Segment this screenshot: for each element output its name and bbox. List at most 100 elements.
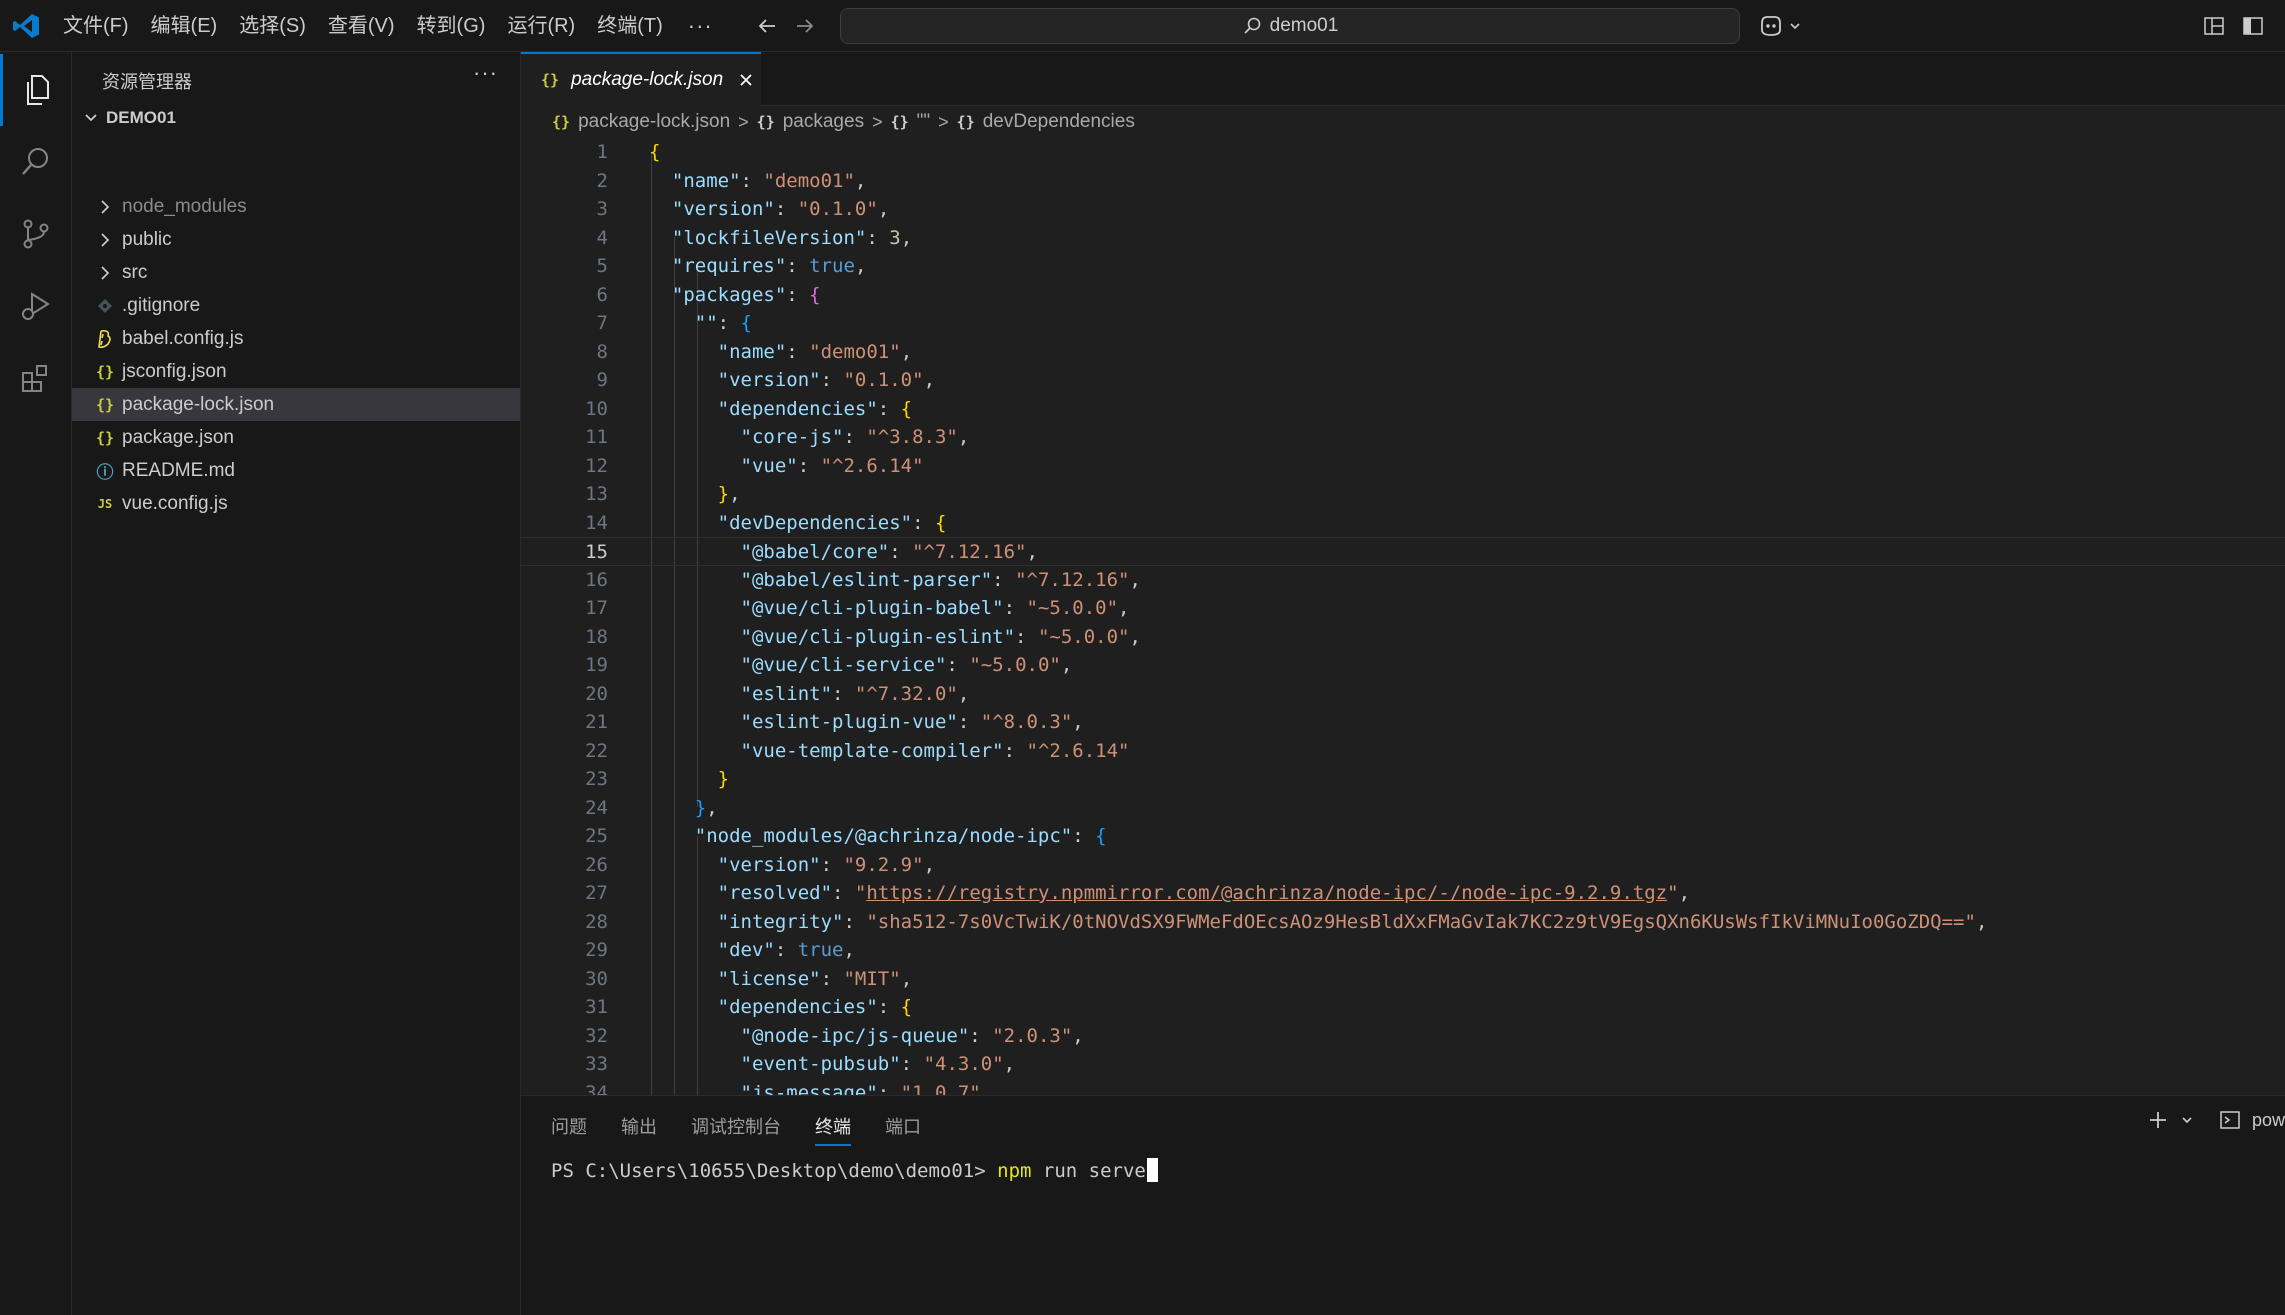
code-link[interactable]: https://registry.npmmirror.com/@achrinza… — [866, 882, 1667, 904]
line-number: 11 — [585, 426, 608, 448]
code-text: "devDependencies": { — [649, 509, 947, 538]
tree-file[interactable]: ⓘ README.md — [72, 454, 520, 487]
menu-item[interactable]: 运行(R) — [496, 8, 586, 44]
breadcrumb-separator: > — [738, 111, 749, 132]
terminal-output[interactable]: PS C:\Users\10655\Desktop\demo\demo01> n… — [551, 1158, 1158, 1182]
menu-item[interactable]: 终端(T) — [586, 8, 674, 44]
explorer-icon[interactable] — [0, 54, 72, 126]
line-number: 17 — [585, 597, 608, 619]
breadcrumb-empty-key[interactable]: "" — [917, 111, 931, 133]
menu-item[interactable]: 编辑(E) — [140, 8, 229, 44]
panel-tab[interactable]: 终端 — [815, 1110, 851, 1146]
code-text: "name": "demo01", — [649, 167, 867, 196]
code-editor[interactable]: 1{2 "name": "demo01", 3 "version": "0.1.0… — [521, 138, 2285, 1095]
terminal-shell-icon[interactable] — [2218, 1108, 2242, 1132]
code-token: : — [820, 853, 844, 876]
code-token: "^7.32.0" — [854, 682, 958, 705]
panel-tab[interactable]: 问题 — [551, 1110, 587, 1144]
json-icon: {} — [95, 362, 115, 381]
terminal-shell-label[interactable]: pow — [2252, 1110, 2285, 1131]
code-line: 8 "name": "demo01", — [521, 338, 2285, 367]
code-token: "MIT" — [843, 967, 901, 990]
code-token: "4.3.0" — [923, 1053, 1004, 1075]
chevron-down-icon[interactable] — [2180, 1113, 2194, 1127]
menu-item[interactable]: 选择(S) — [228, 8, 317, 44]
customize-layout-icon[interactable] — [2201, 13, 2227, 39]
new-terminal-plus-icon[interactable] — [2146, 1108, 2170, 1132]
toggle-sidebar-icon[interactable] — [2240, 13, 2266, 39]
menu-item[interactable]: 转到(G) — [406, 8, 497, 44]
tree-folder[interactable]: node_modules — [72, 190, 520, 223]
code-token: : — [786, 283, 810, 306]
code-token: " — [854, 882, 867, 904]
code-token: "@vue/cli-plugin-eslint" — [649, 625, 1016, 648]
tree-file[interactable]: babel.config.js — [72, 322, 520, 355]
code-line: 18 "@vue/cli-plugin-eslint": "~5.0.0", — [521, 623, 2285, 652]
panel-tab[interactable]: 调试控制台 — [691, 1110, 781, 1144]
code-line: 24 }, — [521, 794, 2285, 823]
code-token: "demo01" — [763, 169, 855, 192]
code-token: "@vue/cli-plugin-babel" — [649, 597, 1004, 619]
extensions-icon[interactable] — [0, 342, 72, 414]
code-line: 19 "@vue/cli-service": "~5.0.0", — [521, 651, 2285, 680]
tree-folder[interactable]: src — [72, 256, 520, 289]
code-token: "^7.12.16" — [1015, 568, 1130, 591]
tree-file[interactable]: {} package.json — [72, 421, 520, 454]
line-number: 19 — [585, 654, 608, 676]
code-token: } — [649, 483, 730, 505]
search-icon — [1244, 17, 1260, 34]
source-control-icon[interactable] — [0, 198, 72, 270]
breadcrumb-devdependencies[interactable]: devDependencies — [983, 111, 1135, 133]
code-token: : — [797, 454, 821, 477]
code-token: "~5.0.0" — [969, 654, 1061, 676]
code-token: , — [843, 939, 855, 961]
tab-package-lock-json[interactable]: {} package-lock.json — [521, 52, 761, 106]
code-text: "event-pubsub": "4.3.0", — [649, 1050, 1016, 1079]
panel-tab[interactable]: 端口 — [885, 1110, 921, 1144]
code-text: "eslint": "^7.32.0", — [649, 680, 970, 709]
code-token: : — [820, 967, 844, 990]
close-icon[interactable] — [737, 71, 755, 89]
code-token: "lockfileVersion" — [649, 226, 867, 249]
code-token: , — [1118, 597, 1130, 619]
code-token: "requires" — [649, 255, 787, 277]
search-icon[interactable] — [0, 126, 72, 198]
code-token: "@vue/cli-service" — [649, 654, 947, 676]
activity-bar — [0, 52, 72, 1315]
tree-file[interactable]: {} package-lock.json — [72, 388, 520, 421]
workspace-folder-header[interactable]: DEMO01 — [72, 102, 520, 134]
tree-file[interactable]: .gitignore — [72, 289, 520, 322]
code-token: "dependencies" — [649, 397, 878, 420]
copilot-menu[interactable] — [1758, 12, 1808, 40]
code-token: "version" — [649, 198, 775, 220]
json-icon: {} — [95, 428, 115, 447]
breadcrumb-packages[interactable]: packages — [783, 111, 864, 133]
code-line: 33 "event-pubsub": "4.3.0", — [521, 1050, 2285, 1079]
breadcrumb-file[interactable]: package-lock.json — [578, 111, 730, 133]
forward-arrow-icon[interactable] — [790, 11, 820, 41]
more-actions-button[interactable]: ··· — [473, 60, 498, 86]
code-token: "0.1.0" — [797, 198, 878, 220]
tree-file[interactable]: {} jsconfig.json — [72, 355, 520, 388]
menu-item[interactable]: 文件(F) — [52, 8, 140, 44]
code-token: , — [706, 796, 718, 819]
code-text: "packages": { — [649, 281, 821, 310]
back-arrow-icon[interactable] — [752, 11, 782, 41]
json-icon: {} — [95, 395, 115, 414]
panel-tab[interactable]: 输出 — [621, 1110, 657, 1144]
run-debug-icon[interactable] — [0, 270, 72, 342]
more-menu-button[interactable]: ··· — [674, 13, 727, 39]
title-bar: 文件(F) 编辑(E) 选择(S) 查看(V) 转到(G) 运行(R) 终端(T) ··· d… — [0, 0, 2285, 52]
chevron-right-icon — [94, 229, 116, 251]
json-icon: {} — [552, 113, 571, 131]
breadcrumb: {} package-lock.json > {} packages > {} … — [552, 108, 1135, 136]
menu-item[interactable]: 查看(V) — [317, 8, 406, 44]
line-number: 4 — [596, 226, 608, 249]
tree-item-label: README.md — [122, 459, 235, 481]
tree-folder[interactable]: public — [72, 223, 520, 256]
tree-file[interactable]: JS vue.config.js — [72, 487, 520, 520]
command-center-search[interactable]: demo01 — [840, 8, 1740, 44]
code-text: "vue": "^2.6.14" — [649, 452, 924, 481]
code-token: : — [957, 711, 981, 733]
code-token: "0.1.0" — [843, 369, 924, 391]
